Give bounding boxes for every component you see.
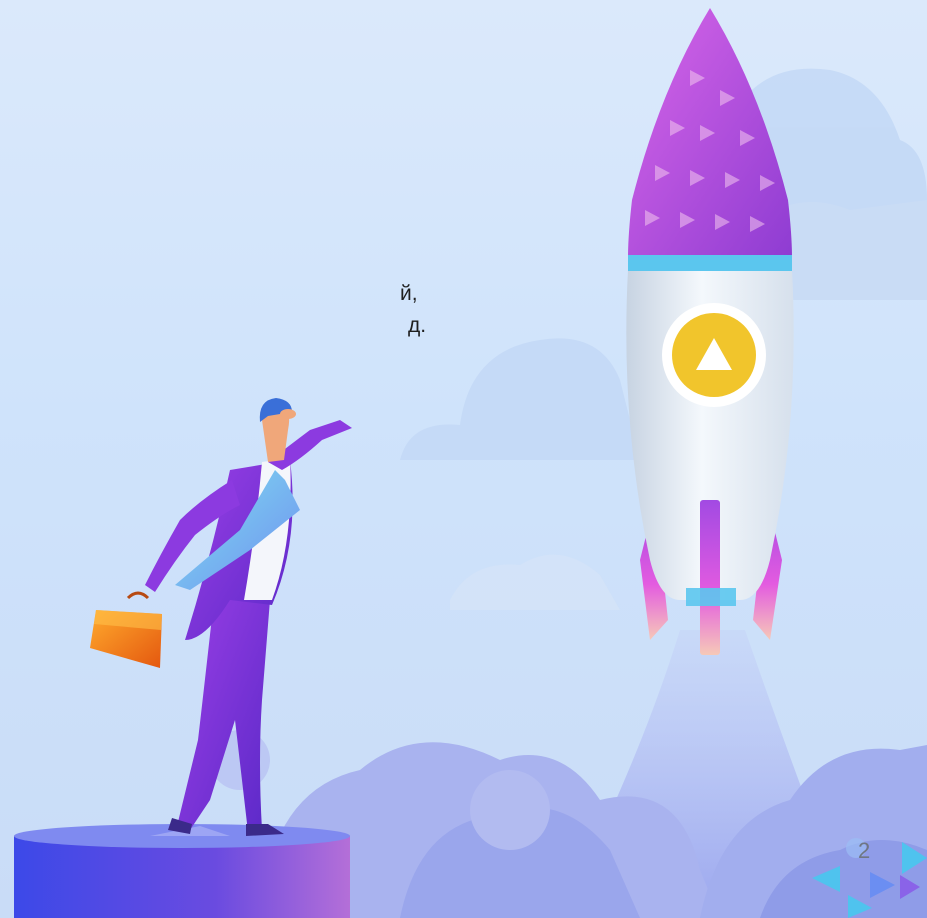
briefcase-icon [90, 591, 162, 668]
businessman-hand [280, 409, 296, 419]
rocket-nozzle [686, 588, 736, 606]
page-number: 2 [858, 838, 871, 863]
slide-body-text: й, д. [0, 278, 426, 342]
illustration-scene [14, 8, 927, 918]
rocket-center-fin [700, 500, 720, 655]
slide-text-line-2: д. [408, 314, 427, 337]
slide-text-line-1: й, [400, 282, 418, 305]
rocket-collar [628, 255, 792, 271]
pedestal [14, 824, 350, 918]
